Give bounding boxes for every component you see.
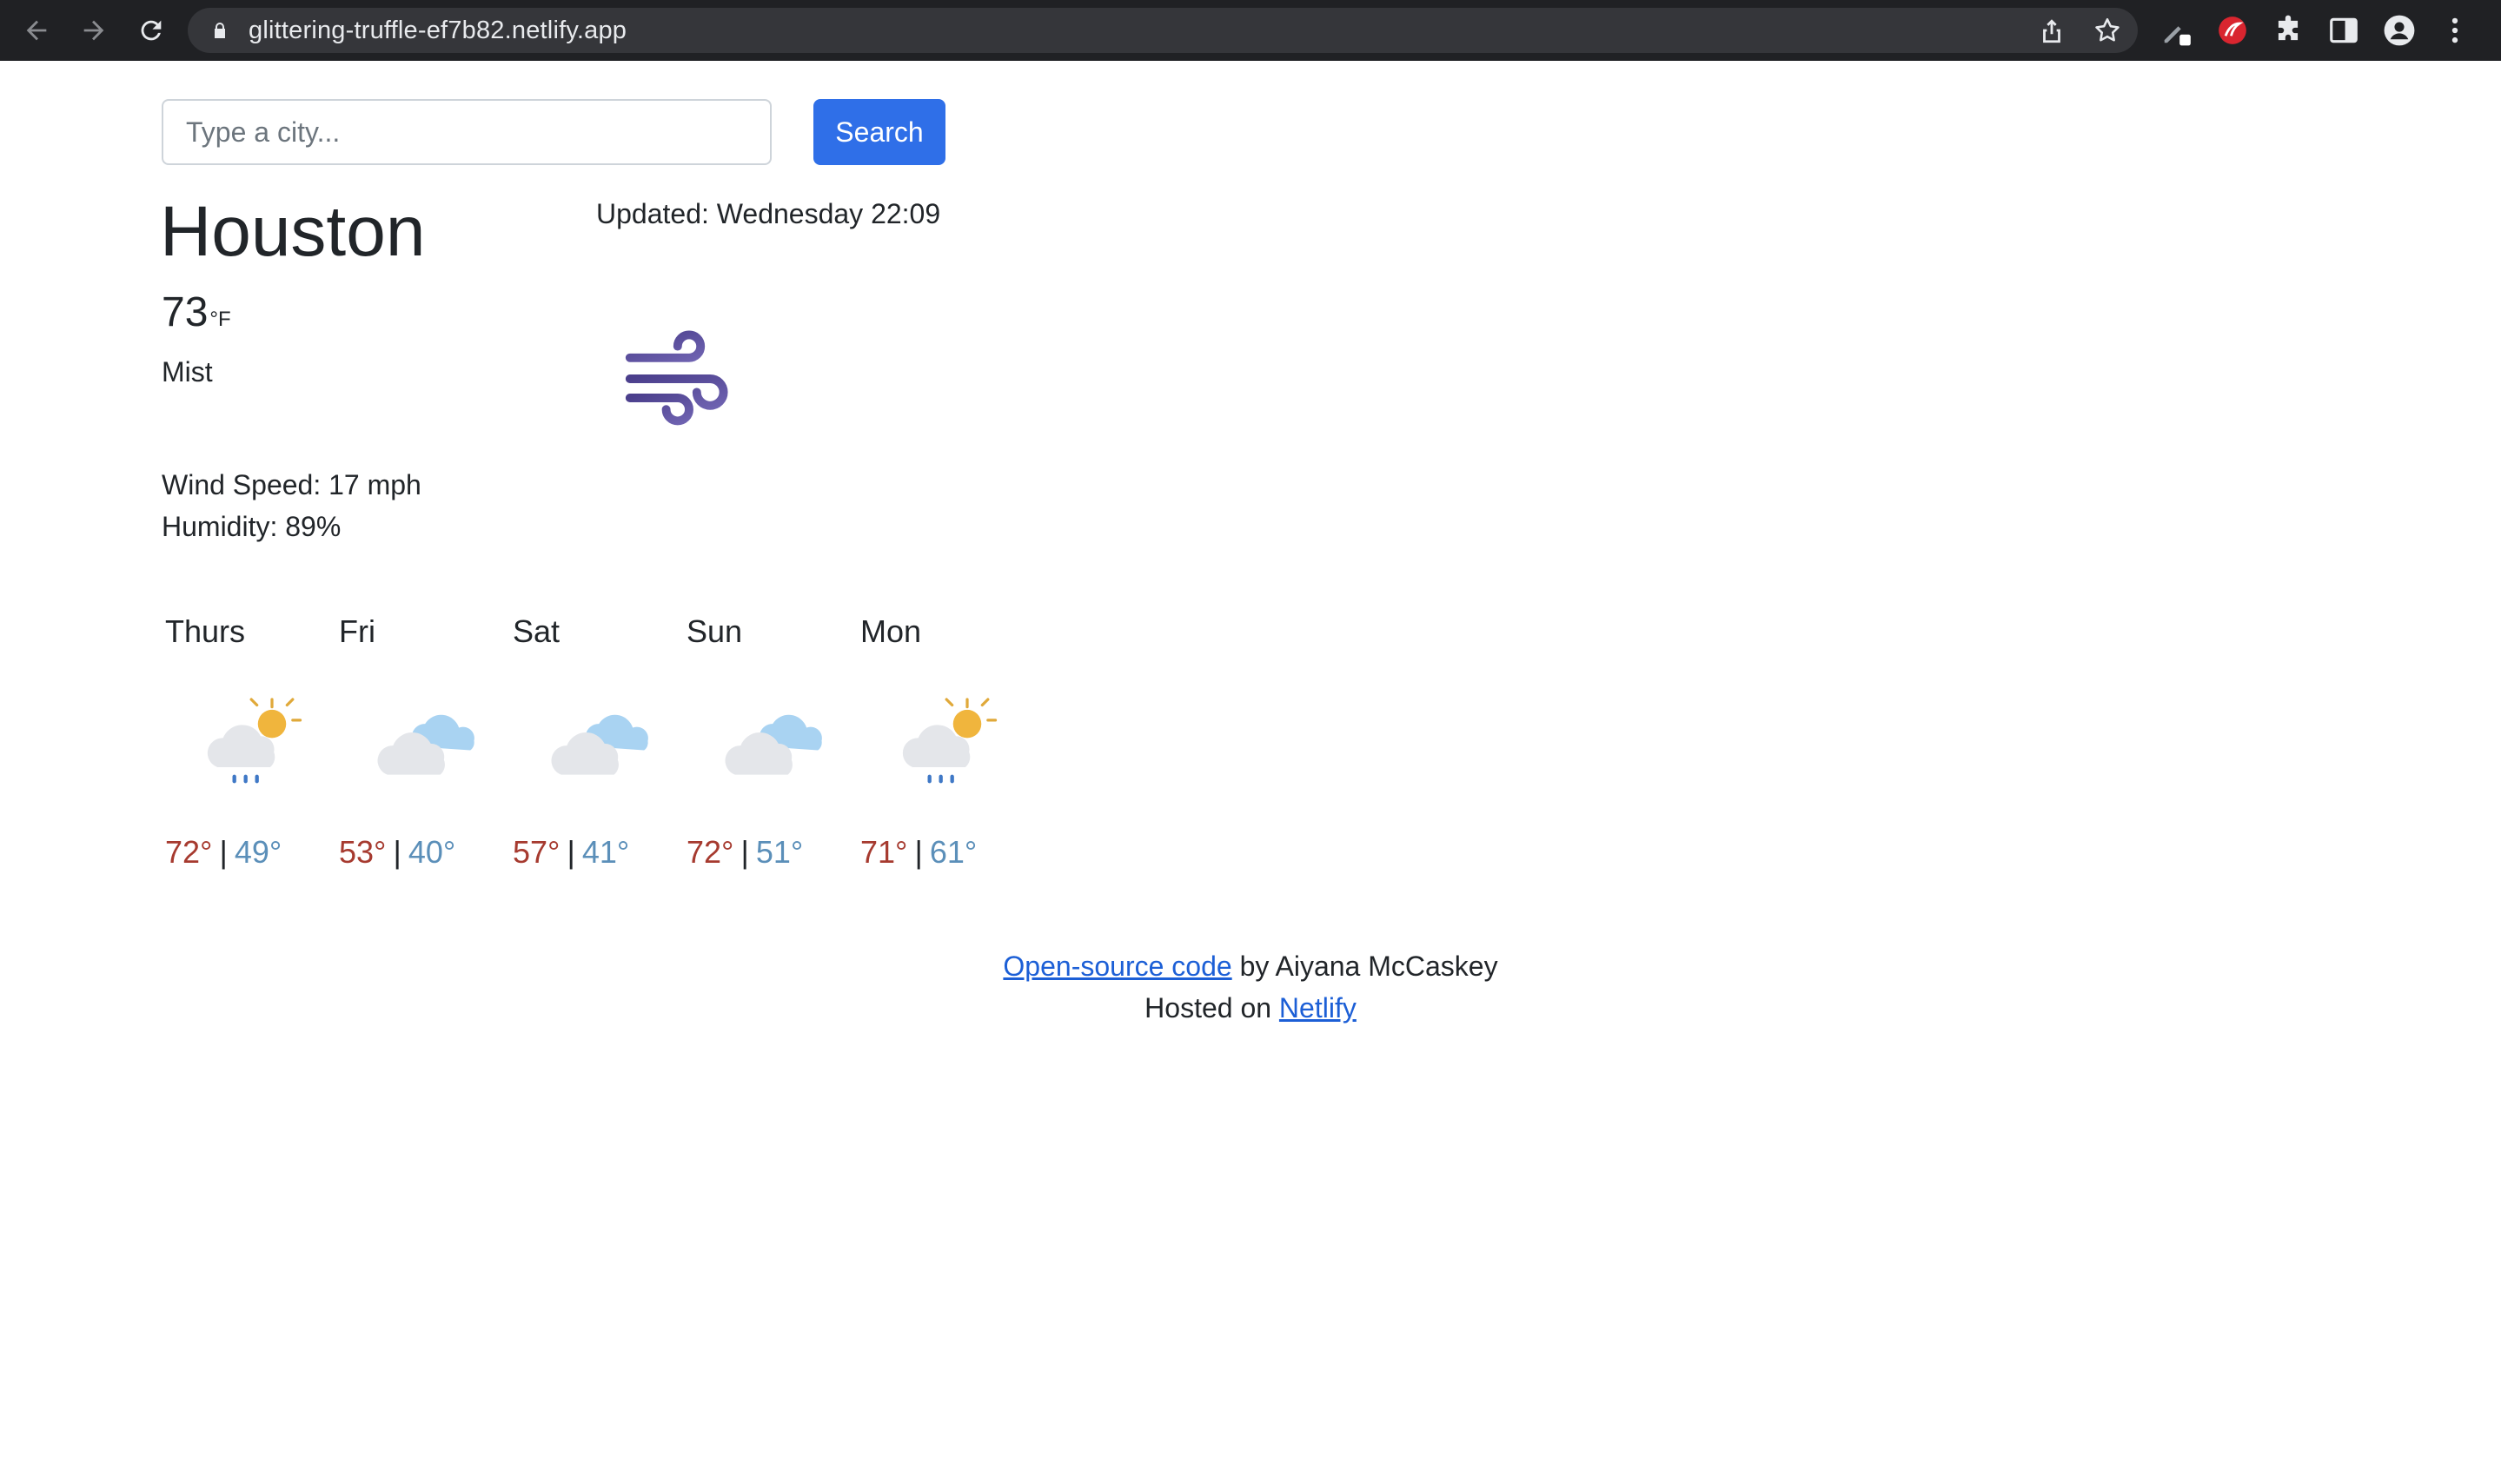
humidity: Humidity: 89% <box>162 511 342 542</box>
temp-separator: | <box>740 834 749 870</box>
cloudy-icon <box>725 714 822 775</box>
footer-hosting: Hosted on Netlify <box>0 987 2501 1029</box>
temp-separator: | <box>219 834 228 870</box>
footer-credit: Open-source code by Aiyana McCaskey <box>0 945 2501 987</box>
weather-description: Mist <box>162 356 213 388</box>
cloudy-icon <box>551 714 648 775</box>
temperature-value: 73 <box>162 289 209 335</box>
forecast-low: 41° <box>581 834 630 870</box>
forecast-day-name: Fri <box>339 613 375 649</box>
updated-time: Updated: Wednesday 22:09 <box>596 198 941 229</box>
puzzle-icon[interactable] <box>2272 14 2305 47</box>
forecast-low: 61° <box>929 834 978 870</box>
kebab-menu-icon[interactable] <box>2438 14 2471 47</box>
forecast-low: 49° <box>234 834 282 870</box>
forecast-temps: 57° | 41° <box>513 834 629 871</box>
arrow-left-icon <box>26 20 47 41</box>
forecast-low: 51° <box>755 834 804 870</box>
forecast-day-name: Thurs <box>165 613 246 649</box>
forecast-temps: 71° | 61° <box>860 834 977 871</box>
forecast-temps: 72° | 51° <box>687 834 803 871</box>
side-panel-icon[interactable] <box>2327 14 2360 47</box>
forecast-day: Thurs 72° | 49° <box>162 613 335 900</box>
forecast-high: 72° <box>165 834 213 870</box>
temp-separator: | <box>567 834 575 870</box>
forecast-day: Fri 53° | 40° <box>335 613 509 900</box>
forecast-day: Sun 72° | 51° <box>683 613 857 900</box>
star-icon[interactable] <box>2093 16 2122 45</box>
hosted-text: Hosted on <box>1144 992 1279 1024</box>
partly-sunny-rain-icon <box>207 698 302 784</box>
temperature-unit: °F <box>209 308 231 331</box>
forecast-day-name: Sun <box>687 613 743 649</box>
forecast-temps: 72° | 49° <box>165 834 282 871</box>
share-icon[interactable] <box>2037 16 2066 45</box>
forecast-temps: 53° | 40° <box>339 834 455 871</box>
city-search-input[interactable] <box>162 99 772 165</box>
forecast-low: 40° <box>408 834 456 870</box>
back-button[interactable] <box>19 13 54 48</box>
wind-icon <box>625 330 728 426</box>
cloudy-icon <box>377 714 474 775</box>
weather-app: Search Houston Updated: Wednesday 22:09 … <box>0 61 2501 1484</box>
profile-icon[interactable] <box>2383 14 2416 47</box>
arrow-right-icon <box>83 20 104 41</box>
forecast-high: 57° <box>513 834 561 870</box>
search-button[interactable]: Search <box>813 99 945 165</box>
partly-sunny-rain-icon <box>902 698 998 784</box>
reload-button[interactable] <box>134 13 169 48</box>
city-name: Houston <box>160 192 426 271</box>
extensions-tray <box>2160 0 2471 61</box>
forecast-day: Sat 57° | 41° <box>509 613 683 900</box>
temp-separator: | <box>914 834 923 870</box>
forecast-day-name: Sat <box>513 613 561 649</box>
browser-toolbar: glittering-truffle-ef7b82.netlify.app <box>0 0 2501 61</box>
swirl-extension-icon[interactable] <box>2216 14 2249 47</box>
author-text: by Aiyana McCaskey <box>1231 951 1498 982</box>
forecast-high: 72° <box>687 834 734 870</box>
forecast-day-name: Mon <box>860 613 922 649</box>
footer: Open-source code by Aiyana McCaskey Host… <box>0 945 2501 1029</box>
url-text: glittering-truffle-ef7b82.netlify.app <box>249 16 627 44</box>
forecast-high: 71° <box>860 834 908 870</box>
forecast-day: Mon 71° | 61° <box>857 613 1031 900</box>
temp-separator: | <box>393 834 401 870</box>
wind-speed: Wind Speed: 17 mph <box>162 469 421 500</box>
lock-icon[interactable] <box>207 17 233 43</box>
forecast: Thurs 72° | 49° Fri 53° | 40° Sat 57° | … <box>162 613 1031 900</box>
reload-icon <box>141 20 162 41</box>
netlify-link[interactable]: Netlify <box>1279 992 1357 1024</box>
forward-button[interactable] <box>76 13 111 48</box>
forecast-high: 53° <box>339 834 387 870</box>
open-source-code-link[interactable]: Open-source code <box>1003 951 1231 982</box>
current-temperature: 73°F <box>162 292 231 334</box>
pen-extension-icon[interactable] <box>2160 14 2193 47</box>
address-bar[interactable]: glittering-truffle-ef7b82.netlify.app <box>188 8 2138 53</box>
